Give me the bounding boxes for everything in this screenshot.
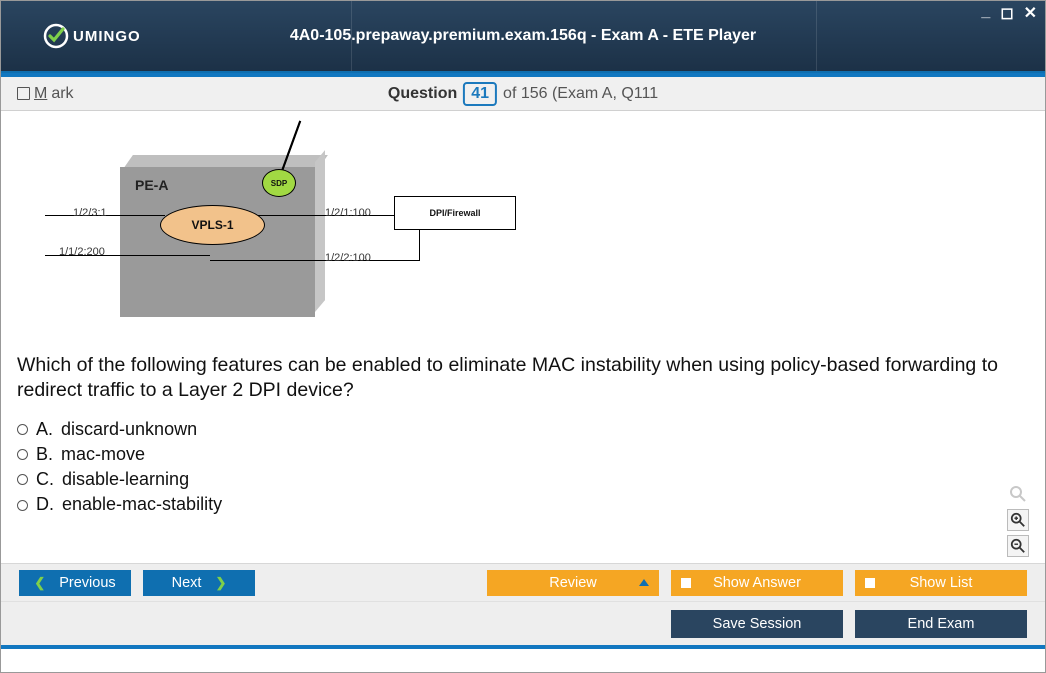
radio-icon[interactable] — [17, 500, 28, 511]
session-button-row: Save Session End Exam — [1, 601, 1045, 645]
chevron-left-icon: ❮ — [34, 575, 45, 591]
question-number[interactable]: 41 — [463, 82, 497, 106]
minimize-icon[interactable]: _ — [977, 3, 994, 23]
question-content: PE-A VPLS-1 SDP 1/2/3:1 1/1/2:200 1/2/1:… — [1, 111, 1045, 563]
next-button[interactable]: Next ❯ — [143, 570, 255, 596]
previous-button[interactable]: ❮ Previous — [19, 570, 131, 596]
accent-line-bottom — [1, 645, 1045, 649]
mark-checkbox-group[interactable]: Mark — [17, 85, 74, 103]
options-list: A. discard-unknown B. mac-move C. disabl… — [17, 417, 1029, 518]
maximize-icon[interactable]: ◻ — [996, 3, 1017, 23]
zoom-out-icon[interactable] — [1007, 535, 1029, 557]
question-position: Question 41 of 156 (Exam A, Q111 — [388, 82, 658, 106]
triangle-up-icon — [639, 579, 649, 586]
diagram-port-label: 1/2/3:1 — [73, 207, 107, 219]
title-bar: UMINGO 4A0-105.prepaway.premium.exam.156… — [1, 1, 1045, 73]
question-of-text: of 156 (Exam A, Q111 — [503, 85, 658, 103]
diagram-port-label: 1/2/1:100 — [325, 207, 371, 219]
diagram-sdp-circle: SDP — [262, 169, 296, 197]
show-answer-button[interactable]: Show Answer — [671, 570, 843, 596]
option-b[interactable]: B. mac-move — [17, 442, 1029, 467]
radio-icon[interactable] — [17, 449, 28, 460]
option-text: mac-move — [61, 442, 145, 467]
diagram-port-label: 1/2/2:100 — [325, 252, 371, 264]
mark-label-letter: M — [34, 85, 47, 103]
diagram-vpls-oval: VPLS-1 — [160, 205, 265, 245]
question-text: Which of the following features can be e… — [17, 353, 1029, 403]
network-diagram: PE-A VPLS-1 SDP 1/2/3:1 1/1/2:200 1/2/1:… — [25, 125, 525, 335]
zoom-tools — [1007, 483, 1029, 557]
review-button[interactable]: Review — [487, 570, 659, 596]
option-text: disable-learning — [62, 467, 189, 492]
nav-button-row: ❮ Previous Next ❯ Review Show Answer Sho… — [1, 563, 1045, 601]
show-list-button[interactable]: Show List — [855, 570, 1027, 596]
option-text: discard-unknown — [61, 417, 197, 442]
chevron-right-icon: ❯ — [215, 575, 226, 591]
window-title: 4A0-105.prepaway.premium.exam.156q - Exa… — [290, 27, 756, 45]
question-label: Question — [388, 85, 457, 103]
app-logo: UMINGO — [43, 23, 141, 49]
window-controls: _ ◻ ✕ — [977, 3, 1041, 23]
option-text: enable-mac-stability — [62, 492, 222, 517]
logo-text: UMINGO — [73, 28, 141, 45]
titlebar-divider — [816, 1, 817, 71]
close-icon[interactable]: ✕ — [1020, 3, 1041, 23]
stop-icon — [681, 578, 691, 588]
stop-icon — [865, 578, 875, 588]
diagram-dpi-box: DPI/Firewall — [394, 196, 516, 230]
radio-icon[interactable] — [17, 474, 28, 485]
zoom-in-icon[interactable] — [1007, 509, 1029, 531]
option-c[interactable]: C. disable-learning — [17, 467, 1029, 492]
radio-icon[interactable] — [17, 424, 28, 435]
option-d[interactable]: D. enable-mac-stability — [17, 492, 1029, 517]
mark-checkbox[interactable] — [17, 87, 30, 100]
logo-checkmark-icon — [43, 23, 69, 49]
end-exam-button[interactable]: End Exam — [855, 610, 1027, 638]
search-icon[interactable] — [1007, 483, 1029, 505]
question-header-bar: Mark Question 41 of 156 (Exam A, Q111 — [1, 77, 1045, 111]
option-a[interactable]: A. discard-unknown — [17, 417, 1029, 442]
save-session-button[interactable]: Save Session — [671, 610, 843, 638]
diagram-port-label: 1/1/2:200 — [59, 246, 105, 258]
diagram-device-label: PE-A — [135, 177, 168, 193]
mark-label-rest: ark — [51, 85, 73, 103]
